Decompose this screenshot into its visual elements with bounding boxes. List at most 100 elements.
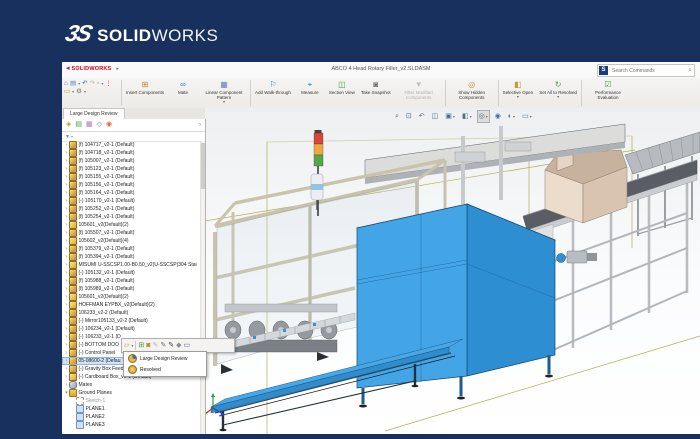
filter-icon[interactable]: ▼ <box>65 134 70 140</box>
dropdown-arrow-icon[interactable]: ▾ <box>223 100 225 104</box>
tree-item[interactable]: › (f) 105155_v2-1 (Default) <box>62 173 201 181</box>
tree-item[interactable]: › (f) 105156_v2-1 (Default) <box>62 181 201 189</box>
tree-item[interactable]: › HOFFMAN EYPBX_v2(Default)(2) <box>62 301 201 309</box>
search-commands-input[interactable] <box>610 66 689 75</box>
options-icon[interactable]: ⚙ <box>76 88 82 95</box>
new-document-icon[interactable]: ▫ <box>97 80 99 87</box>
tree-item[interactable]: › (-) 105132_v2-1 (Default) <box>62 269 201 277</box>
performance-evaluation-button[interactable]: ☑ Performance Evaluation <box>583 78 633 108</box>
view-settings-button[interactable]: ▭ ▾ <box>520 110 534 123</box>
section-view-button[interactable]: ◫ Section View <box>326 78 358 108</box>
propertymanager-tab-icon[interactable]: ▤ <box>75 121 82 129</box>
undo-icon[interactable]: ↶ <box>82 80 87 87</box>
tree-item[interactable]: › (f) 105507_v2-1 (Default) <box>62 229 201 237</box>
pen-dark-icon[interactable]: ✎ <box>168 342 174 350</box>
menu-item-large-design-review[interactable]: Large Design Review <box>124 353 206 364</box>
search-icon[interactable]: ⌕ <box>688 67 692 75</box>
home-icon[interactable]: ⌂ <box>64 80 68 87</box>
dropdown-arrow-icon[interactable]: ▾ <box>84 88 86 95</box>
tree-item[interactable]: ▾ Ground Planes <box>62 389 201 397</box>
dropdown-arrow-icon[interactable]: ▾ <box>557 95 559 99</box>
dropdown-arrow-icon[interactable]: ▾ <box>470 114 472 119</box>
search-commands-box[interactable]: S ⌕ <box>597 64 695 77</box>
appearance-icon[interactable]: ◙ <box>146 342 150 350</box>
rebuild-traffic-light-icon[interactable]: ⋮ <box>105 80 112 87</box>
show-hidden-components-button[interactable]: ◎ Show Hidden Components <box>447 78 497 108</box>
take-snapshot-button[interactable]: ◙ Take Snapshot <box>358 78 394 108</box>
blue-cabinet[interactable] <box>355 203 557 408</box>
tree-item[interactable]: › (f) 105123_v2-1 (Default) <box>62 165 201 173</box>
dropdown-arrow-icon[interactable]: ▾ <box>513 114 515 119</box>
menu-item-resolved[interactable]: Resolved <box>124 364 206 375</box>
open-folder-icon[interactable]: ▭ <box>64 88 70 95</box>
tree-item[interactable]: › (f) 104718_v2-1 (Default) <box>62 149 201 157</box>
selective-open-button[interactable]: ◧ Selective Open ▾ <box>500 78 537 108</box>
tree-item[interactable]: › 106233_v2-2 (Default) <box>62 309 201 317</box>
section-view-button[interactable]: ◫ <box>430 110 441 123</box>
tree-item[interactable]: › (f) 104717_v2-1 (Default) <box>62 141 201 149</box>
open-with-dropdown-icon[interactable]: ▱ <box>124 342 129 350</box>
edit-appearance-button[interactable]: ◉ <box>493 110 503 123</box>
configurationmanager-tab-icon[interactable]: ▦ <box>86 121 93 129</box>
tree-item[interactable]: › Mates <box>62 381 201 389</box>
tree-item[interactable]: › (-) 105170_v2-1 (Default) <box>62 197 201 205</box>
dropdown-arrow-icon[interactable]: ▾ <box>78 80 80 87</box>
display-style-button[interactable]: ◧ ▾ <box>460 110 474 123</box>
graphics-viewport[interactable]: ⌕ ⊡ ↶ ◫ ▣ ▾ ◧ ▾ ◎ ▾ ◉ ◐ ▾ ▭ ▾ <box>204 108 700 434</box>
view-orientation-button[interactable]: ▣ ▾ <box>443 110 457 123</box>
tree-item[interactable]: › (f) 105988_v2-1 (Default) <box>62 277 201 285</box>
previous-view-button[interactable]: ↶ <box>417 110 427 123</box>
dropdown-arrow-icon[interactable]: ▾ <box>530 114 532 119</box>
insert-components-button[interactable]: ⊞ Insert Components <box>123 78 167 108</box>
tree-item[interactable]: › (f) 105989_v2-1 (Default) <box>62 285 201 293</box>
tree-item[interactable]: PLANE2 <box>62 413 201 421</box>
dropdown-arrow-icon[interactable]: ▾ <box>72 88 74 95</box>
hide-show-items-button[interactable]: ◎ ▾ <box>476 110 490 123</box>
zoom-to-fit-button[interactable]: ⌕ <box>393 110 401 123</box>
tree-item[interactable]: › (-) 106234_v2-1 (Default) <box>62 325 201 333</box>
apply-scene-button[interactable]: ◐ ▾ <box>506 110 517 123</box>
tree-item[interactable]: Sketch-1 <box>62 397 201 405</box>
vertical-scrollbar[interactable] <box>200 141 205 434</box>
tree-item[interactable]: › (f) 105164_v2-1 (Default) <box>62 189 201 197</box>
measure-button[interactable]: ⌖ Measure <box>294 78 326 108</box>
dropdown-arrow-icon[interactable]: ▾ <box>131 343 133 348</box>
tab-large-design-review[interactable]: Large Design Review <box>63 108 125 119</box>
material-icon[interactable]: ◆ <box>176 342 181 350</box>
tree-item[interactable]: › (f) 105379_v2-1 (Default) <box>62 245 201 253</box>
mate-button[interactable]: ∞ Mate <box>167 78 199 108</box>
dimxpertmanager-tab-icon[interactable]: ◇ <box>97 121 102 129</box>
dropdown-arrow-icon[interactable]: ▾ <box>486 114 488 119</box>
add-walk-through-icon: ⚐ <box>269 80 277 89</box>
insert-component-icon[interactable]: ⊞ <box>138 342 144 350</box>
add-walk-through-button[interactable]: ⚐ Add Walk-through <box>252 78 294 108</box>
assembly-icon <box>69 357 77 365</box>
tree-item[interactable]: › (f) 105007_v2-1 (Default) <box>62 157 201 165</box>
dropdown-arrow-icon[interactable]: ▾ <box>517 95 519 99</box>
set-all-to-resolved-button[interactable]: ↻ Set All to Resolved ▾ <box>536 78 580 108</box>
tree-item[interactable]: › MISUMI U-SSCSP1.00-B0.50_v2(U-SSCSP)304… <box>62 261 201 269</box>
panel-tabs-expand-icon[interactable]: › <box>199 122 201 128</box>
save-icon[interactable]: ▤ <box>70 80 76 87</box>
zoom-to-area-button[interactable]: ⊡ <box>404 110 414 123</box>
redo-icon[interactable]: ↷ <box>90 80 95 87</box>
tree-item[interactable]: › (f) 105394_v2-1 (Default) <box>62 253 201 261</box>
dropdown-arrow-icon[interactable]: ▾ <box>101 80 103 87</box>
pen-light-icon[interactable]: ✎ <box>153 342 159 350</box>
tree-item[interactable]: PLANE3 <box>62 421 201 429</box>
tree-item[interactable]: PLANE1 <box>62 405 201 413</box>
featuremanager-tree-tab-icon[interactable]: ◈ <box>66 121 71 129</box>
scrollbar-thumb[interactable] <box>201 143 205 189</box>
tree-item[interactable]: › 105601_v2(Default)(2) <box>62 221 201 229</box>
displaymanager-tab-icon[interactable]: ◉ <box>106 121 112 129</box>
tree-item[interactable]: › 105602_v2(Default)(4) <box>62 237 201 245</box>
dropdown-arrow-icon[interactable]: ▾ <box>453 114 455 119</box>
tree-item[interactable]: › 105601_v2(Default)(2) <box>62 293 201 301</box>
linear-component-pattern-button[interactable]: ▦ Linear Component Pattern ▾ <box>199 78 249 108</box>
tree-item[interactable]: › (-) Mirror105133_v2-2 (Default) <box>62 317 201 325</box>
filter-dropdown-icon[interactable]: ▾ <box>71 134 73 139</box>
tree-item[interactable]: › (f) 105252_v2-1 (Default) <box>62 205 201 213</box>
display-states-icon[interactable]: ▭ <box>184 342 191 350</box>
tree-item[interactable]: › (f) 105254_v2-1 (Default) <box>62 213 201 221</box>
pen-icon[interactable]: ✎ <box>160 342 166 350</box>
